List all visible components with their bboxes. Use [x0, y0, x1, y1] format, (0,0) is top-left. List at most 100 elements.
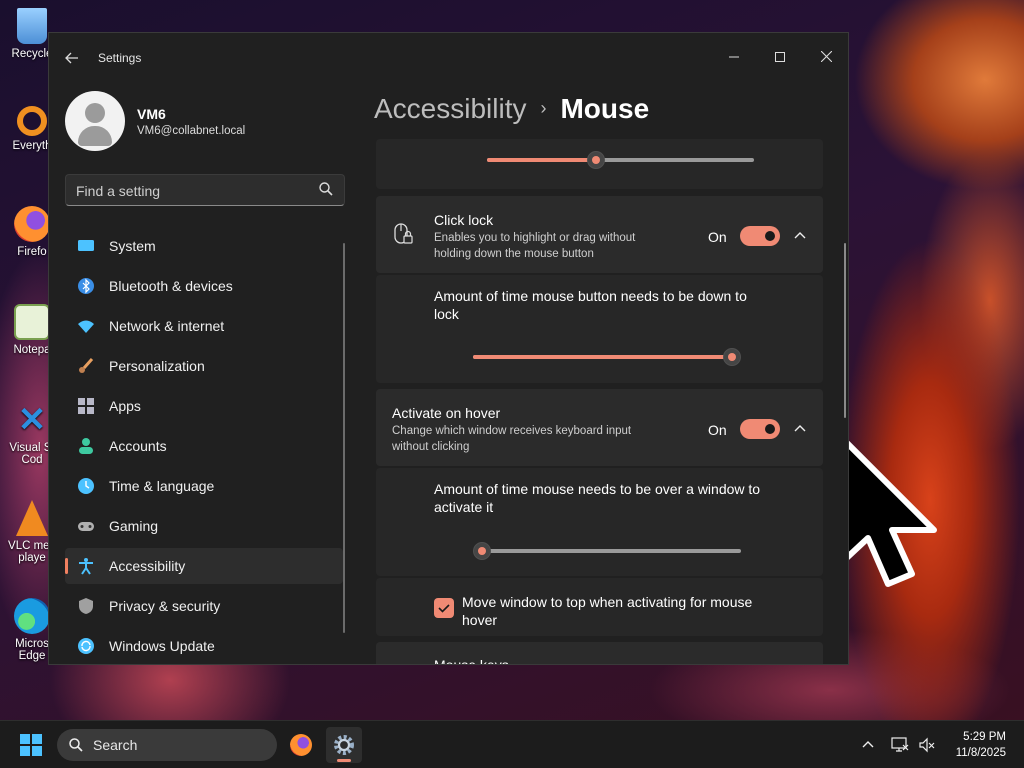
click-lock-duration-slider[interactable]: [473, 348, 741, 366]
start-button[interactable]: [20, 734, 42, 756]
move-window-top-checkbox[interactable]: [434, 598, 454, 618]
breadcrumb-parent[interactable]: Accessibility: [374, 93, 526, 124]
wifi-icon: [78, 320, 94, 333]
recycle-bin-icon: [17, 8, 47, 44]
firefox-icon: [290, 734, 312, 756]
breadcrumb: Accessibility › Mouse: [374, 93, 649, 125]
chevron-up-icon[interactable]: [792, 421, 808, 437]
sidebar-item-privacy-security[interactable]: Privacy & security: [65, 588, 343, 624]
sidebar-item-network-internet[interactable]: Network & internet: [65, 308, 343, 344]
move-window-top-card: Move window to top when activating for m…: [376, 578, 823, 636]
desktop-icon-label: Notepa: [13, 344, 51, 356]
search-input[interactable]: Find a setting: [65, 174, 345, 206]
taskbar-firefox[interactable]: [283, 727, 319, 763]
click-lock-title: Click lock: [434, 212, 494, 228]
sidebar-scrollbar[interactable]: [343, 243, 345, 633]
edge-icon: [14, 598, 50, 634]
click-lock-duration-card: Amount of time mouse button needs to be …: [376, 275, 823, 383]
chevron-up-icon[interactable]: [861, 738, 875, 752]
desktop-icon-label: Micros Edge: [15, 638, 49, 662]
title-bar: Settings: [49, 33, 848, 81]
sidebar-item-label: Personalization: [109, 358, 205, 374]
activate-on-hover-card[interactable]: Activate on hover Change which window re…: [376, 389, 823, 466]
hover-duration-label: Amount of time mouse needs to be over a …: [434, 481, 761, 515]
move-window-top-label[interactable]: Move window to top when activating for m…: [462, 593, 782, 629]
click-lock-duration-label: Amount of time mouse button needs to be …: [434, 288, 747, 322]
chevron-up-icon[interactable]: [792, 228, 808, 244]
click-lock-description: Enables you to highlight or drag without…: [434, 232, 636, 260]
sidebar-nav: System Bluetooth & devices Network & inter…: [65, 228, 343, 664]
mouse-keys-card[interactable]: Mouse keys: [376, 642, 823, 664]
clock-date: 11/8/2025: [955, 747, 1006, 759]
active-app-indicator: [337, 759, 351, 762]
top-slider[interactable]: [487, 151, 754, 169]
slider-fill: [473, 355, 732, 359]
firefox-icon: [14, 206, 50, 242]
minimize-icon: [729, 56, 739, 58]
maximize-button[interactable]: [758, 41, 802, 73]
activate-on-hover-state: On: [708, 422, 727, 438]
activate-on-hover-description: Change which window receives keyboard in…: [392, 425, 632, 453]
avatar[interactable]: [65, 91, 125, 151]
taskbar-clock[interactable]: 5:29 PM 11/8/2025: [956, 729, 1006, 761]
everything-search-icon: [17, 106, 47, 136]
brush-icon: [79, 358, 94, 373]
sidebar-item-gaming[interactable]: Gaming: [65, 508, 343, 544]
sidebar-item-windows-update[interactable]: Windows Update: [65, 628, 343, 664]
taskbar-settings[interactable]: [326, 727, 362, 763]
vscode-icon: ✕: [17, 401, 47, 439]
hover-duration-slider[interactable]: [473, 542, 741, 560]
content-scrollbar[interactable]: [844, 243, 846, 418]
network-icon[interactable]: [891, 736, 909, 754]
sidebar-item-system[interactable]: System: [65, 228, 343, 264]
activate-on-hover-toggle[interactable]: [740, 419, 780, 439]
search-icon: [319, 182, 333, 196]
back-button[interactable]: [61, 47, 83, 69]
windows-update-icon: [78, 638, 94, 654]
close-button[interactable]: [804, 41, 848, 73]
sidebar-item-accessibility[interactable]: Accessibility: [65, 548, 343, 584]
window-title: Settings: [98, 51, 142, 65]
clock-globe-icon: [78, 478, 94, 494]
volume-muted-icon[interactable]: [918, 736, 936, 754]
search-icon: [69, 738, 83, 752]
activate-on-hover-title: Activate on hover: [392, 405, 501, 421]
slider-fill: [487, 158, 597, 162]
sidebar-item-label: Gaming: [109, 518, 159, 534]
sidebar-item-label: Time & language: [109, 478, 215, 494]
sidebar-item-label: Bluetooth & devices: [109, 278, 233, 294]
sidebar-item-label: Privacy & security: [109, 598, 221, 614]
accessibility-icon: [79, 558, 93, 575]
arrow-left-icon: [65, 52, 78, 64]
sidebar-item-label: Network & internet: [109, 318, 225, 334]
sidebar-item-accounts[interactable]: Accounts: [65, 428, 343, 464]
settings-window: Settings VM6 VM6@collabnet.local Find a …: [48, 32, 849, 665]
breadcrumb-separator: ›: [540, 98, 547, 118]
gamepad-icon: [78, 522, 94, 531]
sidebar-item-label: Windows Update: [109, 638, 215, 654]
slider-thumb[interactable]: [723, 348, 741, 366]
sidebar-item-bluetooth-devices[interactable]: Bluetooth & devices: [65, 268, 343, 304]
slider-thumb[interactable]: [587, 151, 606, 169]
taskbar-search[interactable]: Search: [57, 729, 277, 761]
hover-duration-card: Amount of time mouse needs to be over a …: [376, 468, 823, 576]
sidebar-item-time-language[interactable]: Time & language: [65, 468, 343, 504]
click-lock-toggle[interactable]: [740, 226, 780, 246]
click-lock-card[interactable]: Click lock Enables you to highlight or d…: [376, 196, 823, 273]
checkmark-icon: [438, 604, 450, 613]
sidebar-item-label: Apps: [109, 398, 141, 414]
slider-thumb[interactable]: [473, 542, 491, 560]
page-title: Mouse: [560, 93, 650, 124]
shield-icon: [79, 598, 93, 614]
taskbar: Search 5:29 PM 11/8/2025: [0, 720, 1024, 768]
minimize-button[interactable]: [712, 41, 756, 73]
user-name: VM6: [137, 106, 166, 122]
search-placeholder: Find a setting: [76, 183, 161, 199]
sidebar-item-label: Accounts: [109, 438, 167, 454]
avatar-head-shape: [85, 103, 105, 123]
gear-icon: [334, 735, 354, 755]
bluetooth-icon: [78, 278, 94, 294]
sidebar-item-personalization[interactable]: Personalization: [65, 348, 343, 384]
sidebar-item-apps[interactable]: Apps: [65, 388, 343, 424]
apps-icon: [78, 398, 94, 414]
